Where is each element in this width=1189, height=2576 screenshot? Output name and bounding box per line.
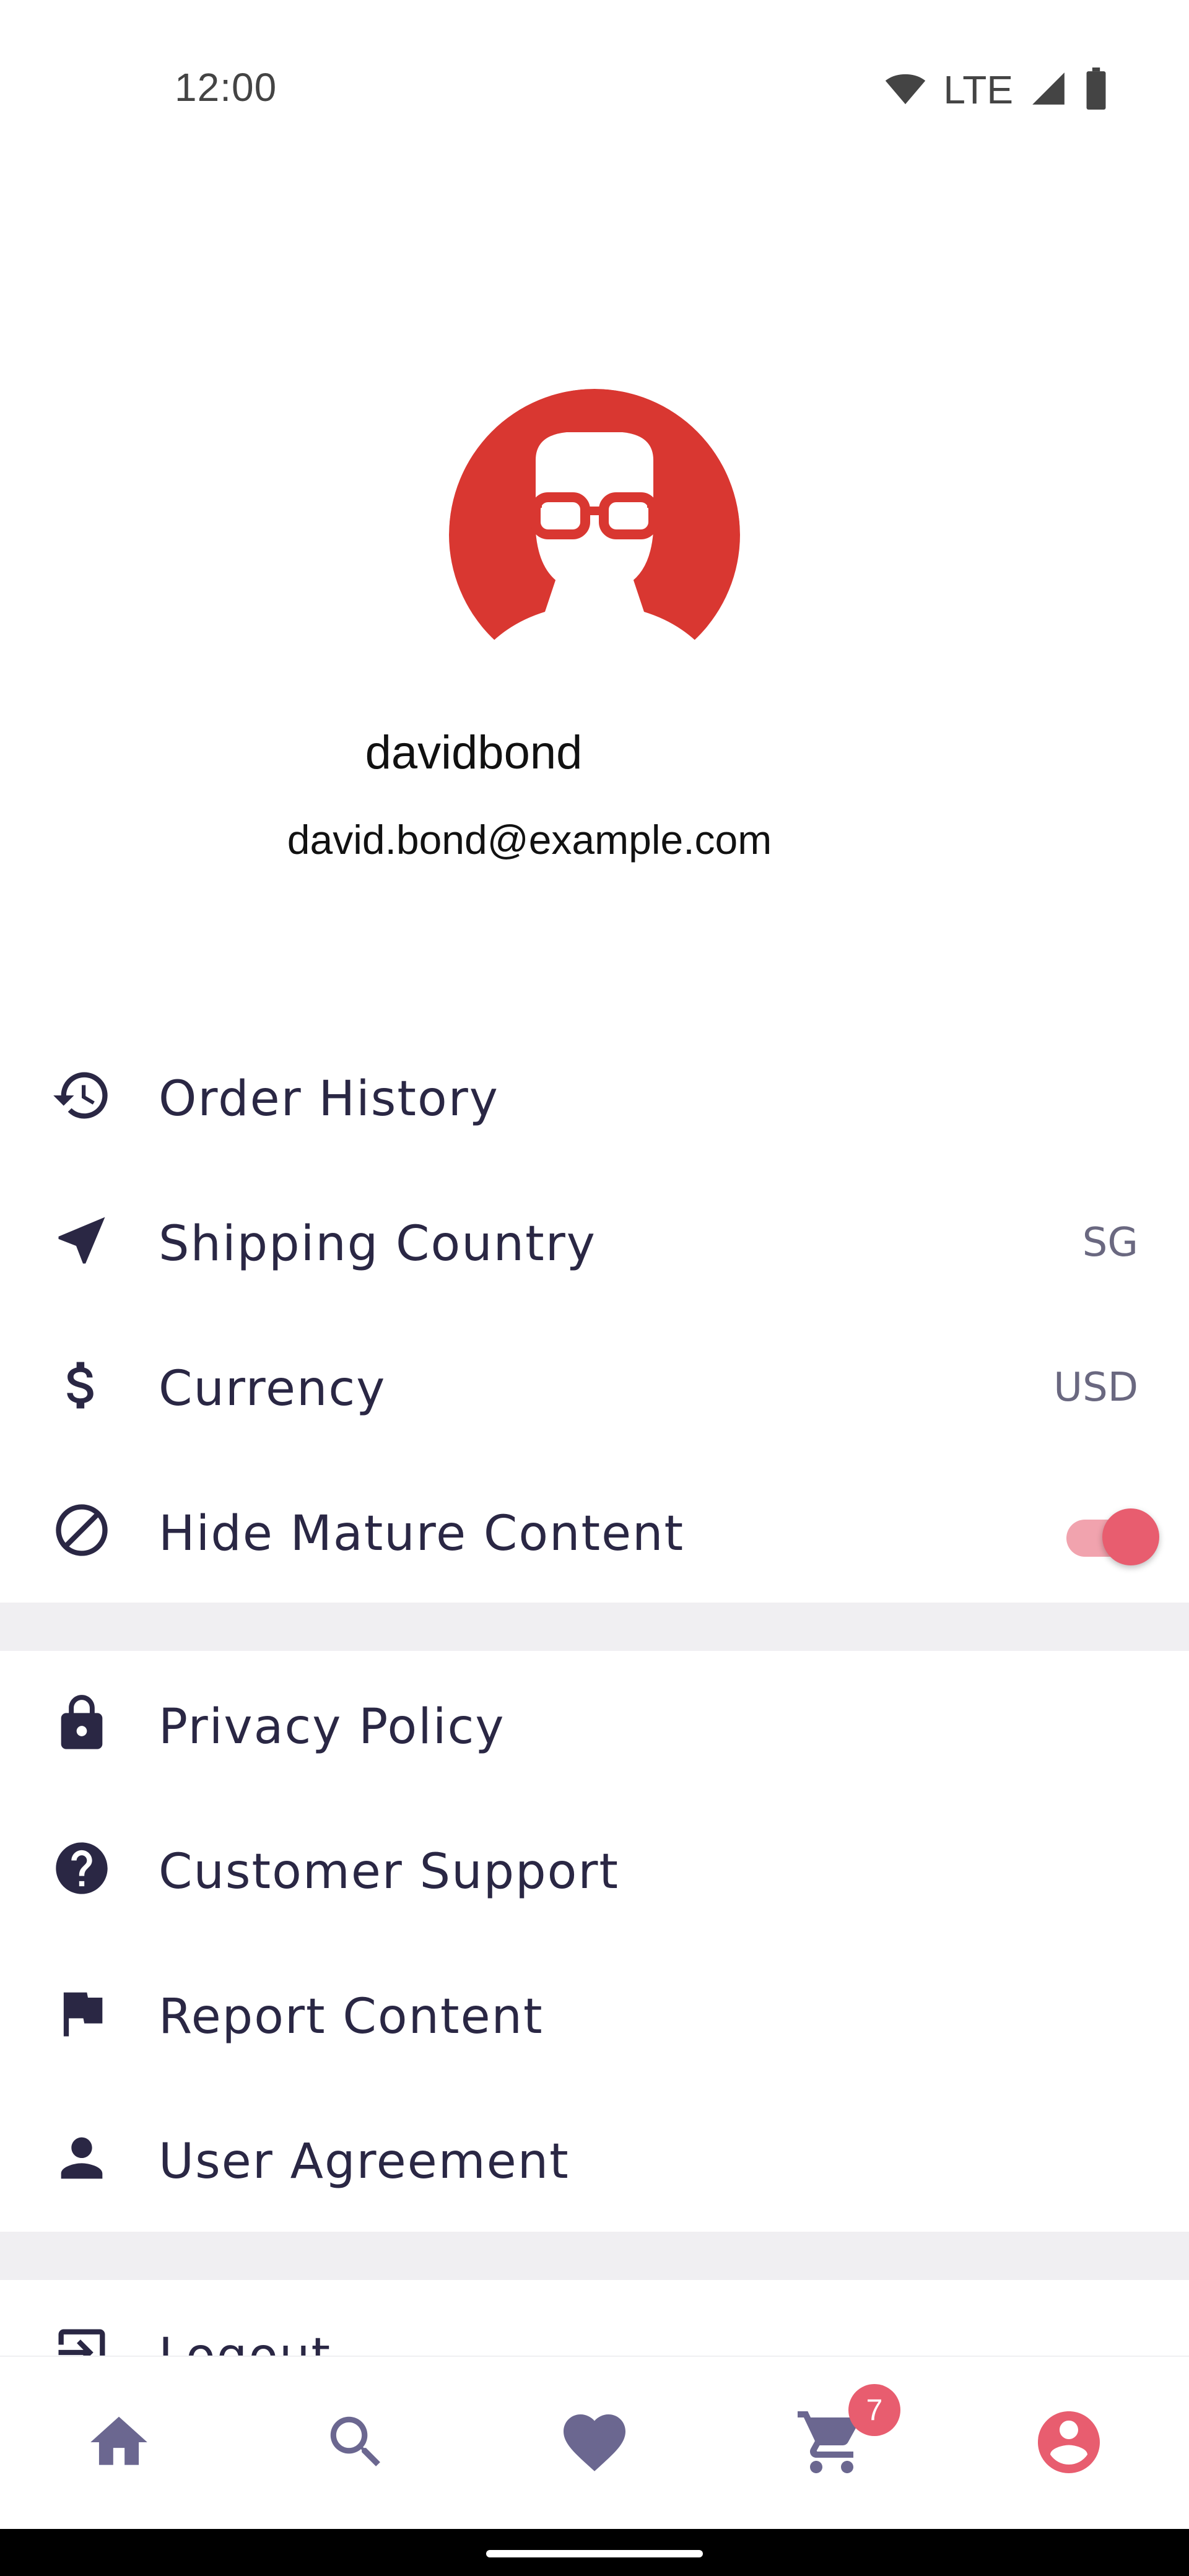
nav-favorites[interactable] [551, 2400, 638, 2487]
menu-label-order-history: Order History [159, 1071, 499, 1127]
menu-label-currency: Currency [159, 1361, 386, 1417]
bottom-navigation [0, 2356, 1189, 2530]
search-icon [322, 2408, 390, 2479]
menu-label-customer-support: Customer Support [159, 1844, 620, 1900]
status-time: 12:00 [175, 65, 277, 110]
menu-item-logout[interactable]: Logout [0, 2280, 1189, 2356]
hide-mature-content-toggle[interactable] [1060, 1503, 1159, 1565]
navigation-arrow-icon [51, 1209, 113, 1271]
menu-section-legal: Privacy Policy Customer Support Report C… [0, 1651, 1189, 2230]
battery-icon [1084, 67, 1108, 113]
menu-item-customer-support[interactable]: Customer Support [0, 1796, 1189, 1941]
toggle-thumb [1102, 1508, 1159, 1565]
menu-label-logout: Logout [159, 2328, 331, 2356]
help-icon [51, 1837, 113, 1899]
logout-icon [51, 2321, 113, 2356]
section-divider [0, 1603, 1189, 1651]
block-icon [51, 1499, 113, 1561]
menu-item-hide-mature-content[interactable]: Hide Mature Content [0, 1458, 1189, 1603]
nav-search[interactable] [313, 2400, 399, 2487]
menu-item-report-content[interactable]: Report Content [0, 1941, 1189, 2086]
nav-home[interactable] [76, 2400, 162, 2487]
avatar[interactable] [449, 389, 740, 655]
history-icon [51, 1064, 113, 1126]
menu-item-shipping-country[interactable]: Shipping Country SG [0, 1168, 1189, 1313]
profile-email: david.bond@example.com [287, 817, 772, 863]
menu-section-preferences: Order History Shipping Country SG Curren… [0, 1023, 1189, 1603]
currency-value: USD [1053, 1365, 1138, 1411]
wifi-icon [884, 71, 927, 109]
network-type: LTE [943, 67, 1013, 112]
home-icon [85, 2408, 153, 2479]
menu-item-currency[interactable]: Currency USD [0, 1313, 1189, 1458]
profile-username: davidbond [365, 726, 583, 779]
status-icons: LTE [884, 67, 1108, 113]
menu-label-privacy-policy: Privacy Policy [159, 1699, 505, 1755]
heart-icon [557, 2405, 632, 2482]
nav-account[interactable] [1026, 2400, 1112, 2487]
dollar-icon [51, 1354, 113, 1416]
lock-icon [51, 1692, 113, 1754]
menu-label-user-agreement: User Agreement [159, 2134, 570, 2190]
home-indicator[interactable] [486, 2550, 703, 2557]
cart-count-badge: 7 [848, 2384, 900, 2436]
menu-label-hide-mature-content: Hide Mature Content [159, 1506, 685, 1562]
flag-icon [51, 1982, 113, 2044]
menu-section-account: Logout [0, 2280, 1189, 2356]
menu-label-report-content: Report Content [159, 1989, 544, 2045]
signal-icon [1029, 69, 1068, 111]
status-bar: 12:00 LTE [0, 0, 1189, 180]
person-icon [51, 2127, 113, 2189]
shipping-country-value: SG [1082, 1220, 1138, 1266]
menu-item-privacy-policy[interactable]: Privacy Policy [0, 1651, 1189, 1796]
menu-item-order-history[interactable]: Order History [0, 1023, 1189, 1168]
menu-item-user-agreement[interactable]: User Agreement [0, 2086, 1189, 2230]
account-icon [1032, 2405, 1106, 2482]
section-divider [0, 2232, 1189, 2280]
menu-label-shipping-country: Shipping Country [159, 1216, 596, 1272]
